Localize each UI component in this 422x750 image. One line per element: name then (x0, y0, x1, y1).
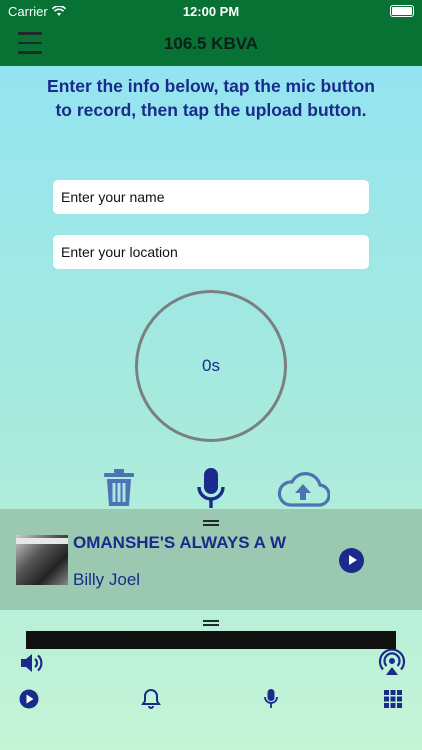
drag-handle[interactable] (203, 520, 219, 526)
bell-icon[interactable] (141, 688, 161, 710)
speaker-icon[interactable] (19, 651, 45, 675)
progress-strip (26, 631, 396, 649)
station-title: 106.5 KBVA (163, 34, 259, 53)
trash-icon[interactable] (103, 468, 135, 508)
grid-icon[interactable] (384, 690, 402, 708)
microphone-tab-icon[interactable] (263, 688, 279, 710)
status-time: 12:00 PM (182, 4, 240, 19)
track-title: OMANSHE'S ALWAYS A W (73, 533, 287, 552)
cloud-upload-icon[interactable] (276, 470, 330, 508)
record-timer: 0s (135, 290, 287, 442)
play-icon[interactable] (339, 548, 364, 573)
location-input[interactable] (53, 235, 369, 269)
now-playing-panel[interactable]: OMANSHE'S ALWAYS A W Billy Joel (0, 509, 422, 610)
status-bar: Carrier 12:00 PM (0, 0, 422, 22)
microphone-icon[interactable] (196, 467, 226, 511)
album-art (16, 535, 68, 585)
instructions-text: Enter the info below, tap the mic button… (47, 76, 375, 120)
drag-handle-lower[interactable] (203, 620, 219, 626)
airplay-icon[interactable] (378, 649, 406, 677)
battery-icon (390, 5, 414, 17)
play-circle-icon[interactable] (19, 689, 39, 709)
name-input[interactable] (53, 180, 369, 214)
track-artist: Billy Joel (73, 570, 141, 589)
nav-bar: 106.5 KBVA (0, 22, 422, 66)
timer-value: 0s (202, 356, 220, 375)
